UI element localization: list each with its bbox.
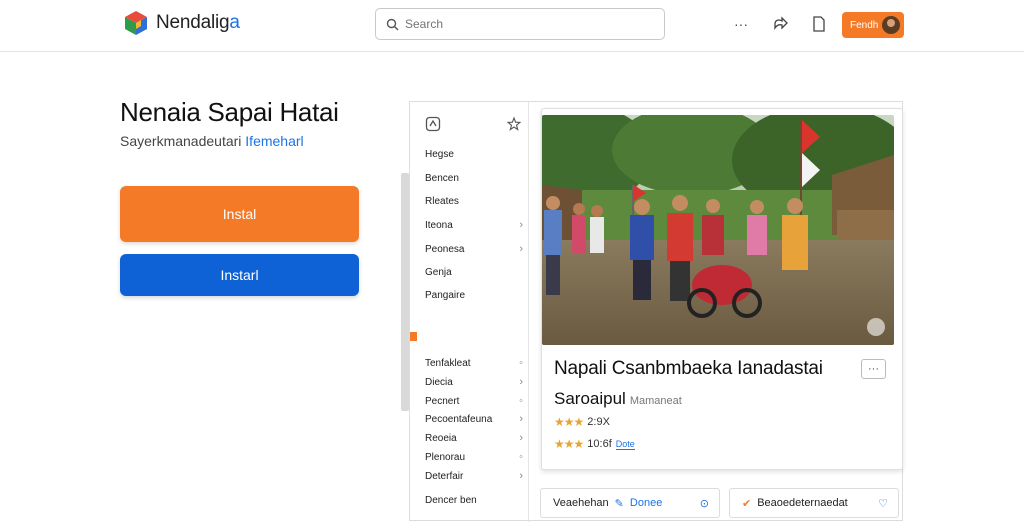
subtitle-link[interactable]: Ifemeharl [245,133,303,149]
logo[interactable]: Nendaliga [122,9,240,37]
badge-icon: ✔ [742,497,752,510]
status-dot-icon: ◦ [519,357,523,369]
chevron-right-icon: › [519,413,523,425]
bottom-card[interactable]: ✔ Beaoedeternaedat ♡ [729,488,899,518]
featured-card[interactable]: Napali Csanbmbaeka Ianadastai ··· Saroai… [541,108,903,470]
app-icon[interactable] [425,116,441,132]
scrollbar[interactable] [401,173,409,411]
content-panel: Hegse Bencen Rleates Iteona › Peonesa › Ge… [409,101,903,522]
page-title: Nenaia Sapai Hatai [120,97,339,127]
more-options-icon[interactable]: ··· [731,14,751,34]
user-menu-button[interactable]: Fendh [842,12,904,38]
sidebar-item[interactable]: Iteona › [425,219,523,231]
featured-photo [542,115,894,345]
chevron-right-icon: › [519,243,523,255]
logo-wordmark: Nendaliga [156,12,240,33]
top-bar: Nendaliga ··· Fendh [0,0,1024,52]
user-name: Fendh [850,19,879,31]
card-title: Napali Csanbmbaeka Ianadastai [554,358,823,379]
sidebar-item[interactable]: Hegse [425,149,523,160]
sidebar-item[interactable]: Plenorau ◦ [425,451,523,463]
sidebar-item[interactable]: Deterfair › [425,470,523,482]
page-subtitle: Sayerkmanadeutari Ifemeharl [120,133,304,149]
install-secondary-button[interactable]: Instarl [120,254,359,296]
more-options-button[interactable]: ··· [861,359,886,379]
chevron-right-icon: › [519,219,523,231]
sidebar-item[interactable]: Pangaire [425,290,523,301]
sidebar: Hegse Bencen Rleates Iteona › Peonesa › Ge… [410,102,529,522]
star-rating-icon: ★★★ [554,415,584,429]
sidebar-item[interactable]: Bencen [425,173,523,184]
heart-icon[interactable]: ♡ [878,497,888,510]
search-box[interactable] [375,8,665,40]
sidebar-item[interactable]: Rleates [425,196,523,207]
install-primary-button[interactable]: Instal [120,186,359,242]
bottom-card[interactable]: Veaehehan ✎ Donee ⊙ [540,488,720,518]
chevron-right-icon: › [519,376,523,388]
chevron-right-icon: › [519,470,523,482]
pen-icon: ✎ [614,497,624,510]
info-icon[interactable]: ⊙ [700,497,709,510]
pin-icon[interactable] [507,117,521,131]
sidebar-item[interactable]: Peonesa › [425,243,523,255]
sidebar-item[interactable]: Reoeia › [425,432,523,444]
card-subtitle: Saroaipul Mamaneat [554,389,682,408]
sidebar-item[interactable]: Pecoentafeuna › [425,413,523,425]
active-marker [410,332,417,341]
logo-cube-icon [122,9,150,37]
share-icon[interactable] [771,14,791,34]
rating-link[interactable]: Dote [615,439,635,450]
sidebar-header [425,116,521,132]
search-icon [386,18,399,30]
document-icon[interactable] [809,14,829,34]
sidebar-item[interactable]: Dencer ben [425,495,523,506]
sidebar-item[interactable]: Genja [425,267,523,278]
sidebar-item[interactable]: Tenfakleat ◦ [425,357,523,369]
sidebar-item[interactable]: Pecnert ◦ [425,395,523,407]
rating-row: ★★★ 10:6f Dote [554,437,635,451]
status-dot-icon: ◦ [519,451,523,463]
search-input[interactable] [405,17,645,31]
chevron-right-icon: › [519,432,523,444]
rating-row: ★★★ 2:9X [554,415,610,429]
avatar [882,16,901,34]
star-rating-icon: ★★★ [554,437,584,451]
status-dot-icon: ◦ [519,395,523,407]
sidebar-item[interactable]: Diecia › [425,376,523,388]
